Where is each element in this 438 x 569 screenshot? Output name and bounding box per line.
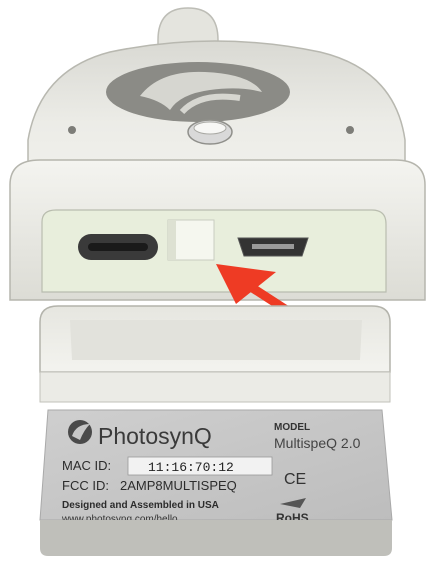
device-label: PhotosynQ MODEL MultispeQ 2.0 MAC ID: 11… xyxy=(39,409,393,525)
fcc-id-label: FCC ID: xyxy=(62,478,109,493)
ce-mark: CE xyxy=(284,471,306,488)
fcc-id-value: 2AMP8MULTISPEQ xyxy=(120,478,237,493)
screw-right xyxy=(346,126,354,134)
screw-left xyxy=(68,126,76,134)
port-panel xyxy=(41,209,387,293)
model-name: MultispeQ 2.0 xyxy=(274,435,361,451)
device-illustration: PhotosynQ MODEL MultispeQ 2.0 MAC ID: 11… xyxy=(0,0,438,569)
brand-name: PhotosynQ xyxy=(98,423,212,449)
device-clip xyxy=(39,305,391,403)
mac-id-label: MAC ID: xyxy=(62,458,111,473)
made-in-text: Designed and Assembled in USA xyxy=(62,500,219,511)
mac-id-value: 11:16:70:12 xyxy=(148,460,234,475)
model-label: MODEL xyxy=(274,422,310,433)
device-photo: PhotosynQ MODEL MultispeQ 2.0 MAC ID: 11… xyxy=(0,0,438,569)
photosynq-logo-icon xyxy=(68,420,92,444)
